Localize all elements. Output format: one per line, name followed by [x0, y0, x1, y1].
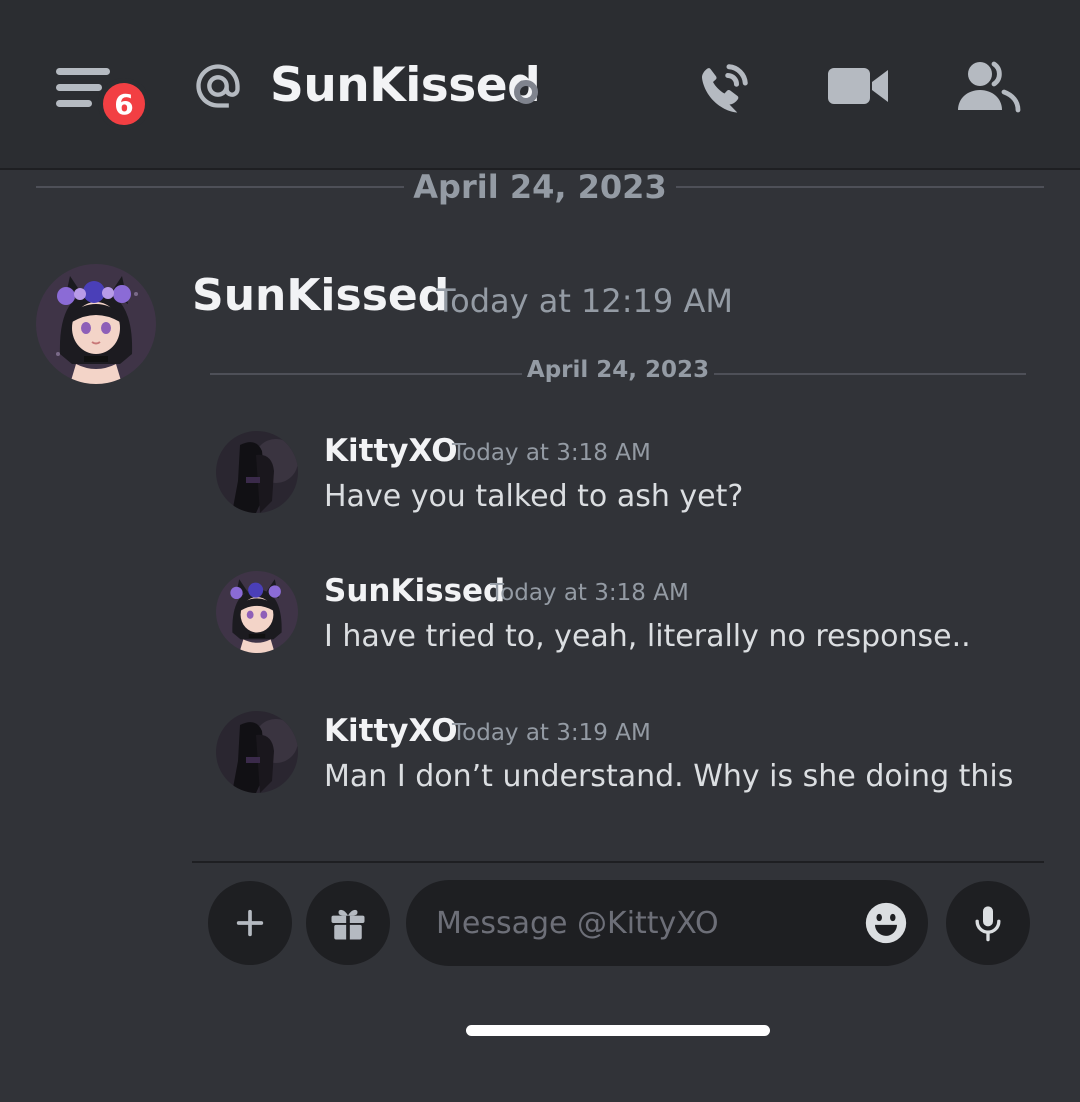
unread-badge: 6 — [98, 78, 150, 130]
plus-icon — [236, 909, 264, 937]
gift-icon — [331, 909, 365, 940]
menu-button[interactable]: 6 — [54, 60, 150, 132]
members-icon[interactable] — [956, 58, 1022, 114]
chat-screen: 6 SunKissed April 24, 2023 SunKissed Tod… — [0, 0, 1080, 1102]
message-author[interactable]: KittyXO — [324, 713, 458, 749]
message-item: KittyXO Today at 3:18 AM Have you talked… — [216, 431, 1036, 521]
status-offline-icon — [514, 80, 538, 104]
menu-icon — [56, 68, 110, 75]
avatar[interactable] — [36, 264, 156, 384]
embed-date-divider: April 24, 2023 — [210, 355, 1026, 395]
date-divider: April 24, 2023 — [36, 168, 1044, 208]
message-author[interactable]: SunKissed — [324, 573, 505, 609]
message-timestamp: Today at 12:19 AM — [436, 282, 733, 320]
emoji-icon[interactable] — [864, 901, 908, 945]
sunkissed-avatar-image — [216, 571, 298, 653]
kittyxo-avatar-image — [216, 711, 298, 793]
message-author[interactable]: KittyXO — [324, 433, 458, 469]
gift-button[interactable] — [306, 881, 390, 965]
composer-divider — [192, 861, 1044, 863]
divider-rule — [714, 373, 1026, 375]
message-input[interactable] — [406, 880, 928, 966]
divider-rule — [676, 186, 1044, 188]
message-author[interactable]: SunKissed — [192, 270, 449, 321]
channel-header: 6 SunKissed — [0, 0, 1080, 170]
menu-icon-line — [56, 84, 102, 91]
avatar[interactable] — [216, 431, 298, 513]
channel-title: SunKissed — [270, 58, 541, 113]
sunkissed-avatar-image — [36, 264, 156, 384]
embed-date-divider-label: April 24, 2023 — [526, 357, 710, 383]
avatar[interactable] — [216, 711, 298, 793]
message-text: Have you talked to ash yet? — [324, 479, 744, 514]
microphone-icon — [975, 906, 1001, 942]
phone-call-icon[interactable] — [694, 58, 754, 118]
avatar[interactable] — [216, 571, 298, 653]
home-indicator[interactable] — [466, 1025, 770, 1036]
forwarded-conversation-card: April 24, 2023 KittyXO Today at 3:18 AM … — [192, 345, 1044, 1035]
kittyxo-avatar-image — [216, 431, 298, 513]
message-item: KittyXO Today at 3:19 AM Man I don’t und… — [216, 711, 1036, 801]
voice-message-button[interactable] — [946, 881, 1030, 965]
message-text: I have tried to, yeah, literally no resp… — [324, 619, 971, 654]
message-text: Man I don’t understand. Why is she doing… — [324, 759, 1014, 794]
at-icon — [196, 64, 240, 108]
add-attachment-button[interactable] — [208, 881, 292, 965]
message-timestamp: Today at 3:18 AM — [452, 440, 651, 466]
message-item: SunKissed Today at 3:18 AM I have tried … — [216, 571, 1036, 661]
message-timestamp: Today at 3:18 AM — [490, 580, 689, 606]
message-timestamp: Today at 3:19 AM — [452, 720, 651, 746]
video-camera-icon[interactable] — [826, 62, 890, 110]
menu-icon-line — [56, 100, 92, 107]
